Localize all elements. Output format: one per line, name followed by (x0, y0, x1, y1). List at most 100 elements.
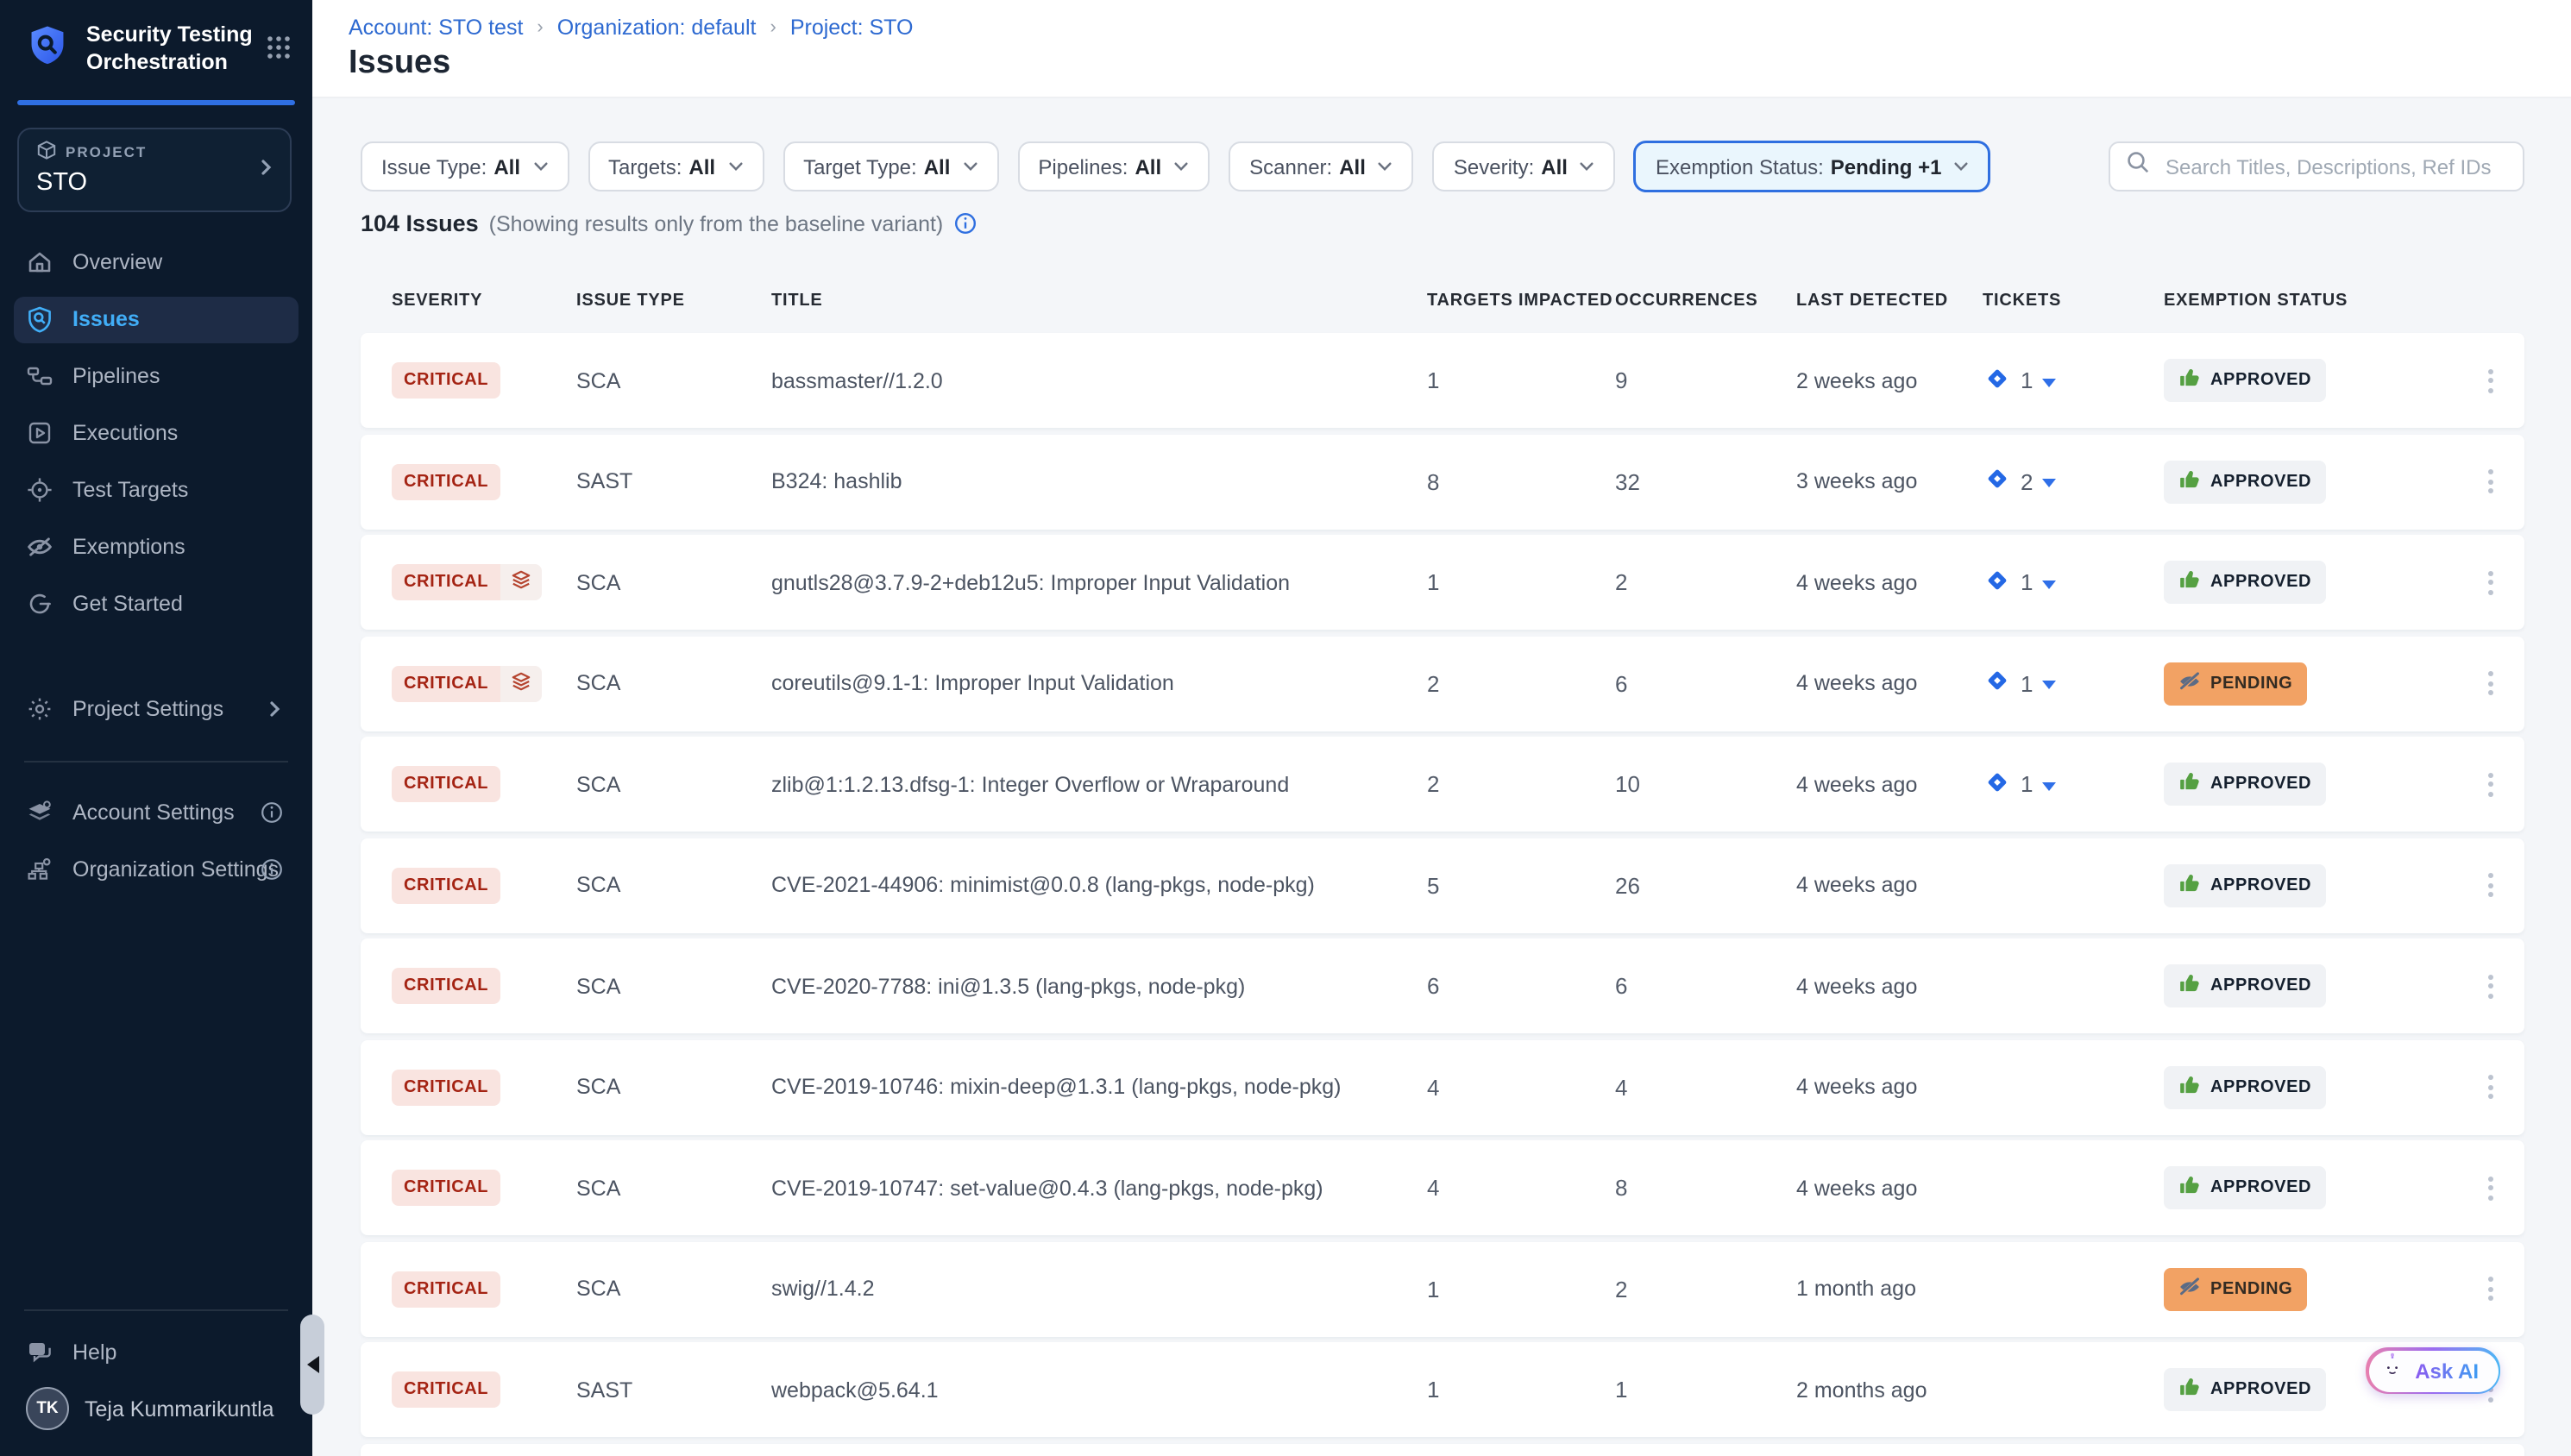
layers-gear-icon (26, 800, 53, 827)
sidebar-item-project-settings[interactable]: Project Settings (14, 687, 299, 733)
gear-icon (26, 696, 53, 724)
ticket-dropdown[interactable]: 1 (1983, 565, 2164, 599)
row-menu-button[interactable] (2474, 361, 2505, 399)
filter-chip-targets[interactable]: Targets: All (588, 141, 764, 191)
row-menu-button[interactable] (2474, 765, 2505, 803)
occurrences-cell: 6 (1615, 973, 1796, 999)
occurrences-cell: 26 (1615, 872, 1796, 898)
search-input[interactable] (2162, 153, 2523, 180)
filter-label: Pipelines: (1038, 154, 1128, 179)
project-label: PROJECT (66, 143, 147, 160)
column-header-severity: SEVERITY (392, 291, 576, 310)
issue-title[interactable]: coreutils@9.1-1: Improper Input Validati… (771, 671, 1427, 695)
info-icon (261, 859, 283, 882)
breadcrumb-link[interactable]: Organization: default (557, 16, 757, 40)
issue-title[interactable]: CVE-2021-44906: minimist@0.0.8 (lang-pkg… (771, 873, 1427, 897)
sidebar-item-overview[interactable]: Overview (14, 240, 299, 286)
sidebar-collapse-handle[interactable] (300, 1315, 324, 1415)
table-row[interactable]: CRITICAL SCA CVE-2019-10746: mixin-deep@… (361, 1039, 2524, 1134)
row-menu-button[interactable] (2474, 563, 2505, 601)
targets-impacted-cell: 8 (1427, 468, 1615, 494)
issue-title[interactable]: CVE-2019-10747: set-value@0.4.3 (lang-pk… (771, 1176, 1427, 1200)
table-row[interactable]: CRITICAL SAST B324: hashlib 8 32 3 weeks… (361, 434, 2524, 529)
ticket-dropdown[interactable]: 1 (1983, 767, 2164, 801)
sidebar-item-account-settings[interactable]: Account Settings (14, 790, 299, 837)
issue-title[interactable]: swig//1.4.2 (771, 1277, 1427, 1301)
row-menu-button[interactable] (2474, 664, 2505, 702)
sidebar-item-get-started[interactable]: Get Started (14, 581, 299, 628)
table-row[interactable]: CRITICAL SCA swig//1.4.2 1 2 1 month ago… (361, 1241, 2524, 1336)
targets-impacted-cell: 1 (1427, 1276, 1615, 1302)
sidebar-item-issues[interactable]: Issues (14, 297, 299, 343)
table-row[interactable]: CRITICAL SCA coreutils@9.1-1: Improper I… (361, 636, 2524, 731)
sidebar-item-pipelines[interactable]: Pipelines (14, 354, 299, 400)
issue-title[interactable]: B324: hashlib (771, 469, 1427, 493)
sidebar-divider (24, 1309, 288, 1311)
filter-chip-target-type[interactable]: Target Type: All (783, 141, 998, 191)
row-menu-button[interactable] (2474, 1068, 2505, 1106)
issues-table: CRITICAL SCA bassmaster//1.2.0 1 9 2 wee… (361, 333, 2524, 1456)
chevron-down-icon (532, 154, 548, 179)
last-detected-cell: 4 weeks ago (1796, 772, 1983, 796)
info-icon[interactable] (953, 212, 976, 235)
last-detected-cell: 4 weeks ago (1796, 1176, 1983, 1200)
filter-chip-exemption-status[interactable]: Exemption Status: Pending +1 (1635, 141, 1990, 191)
issue-title[interactable]: webpack@5.64.1 (771, 1378, 1427, 1402)
column-header-tickets: TICKETS (1983, 291, 2164, 310)
filter-chip-issue-type[interactable]: Issue Type: All (361, 141, 569, 191)
page-header: Account: STO test › Organization: defaul… (312, 0, 2571, 98)
filter-chip-scanner[interactable]: Scanner: All (1229, 141, 1414, 191)
exemption-status-badge: APPROVED (2164, 1065, 2325, 1108)
filter-value: All (924, 154, 951, 179)
sidebar-item-exemptions[interactable]: Exemptions (14, 524, 299, 571)
home-icon (26, 249, 53, 277)
project-selector[interactable]: PROJECT STO (17, 128, 292, 212)
page-title: Issues (349, 45, 450, 83)
table-row[interactable]: CRITICAL SAST webpack@5.64.1 1 1 2 month… (361, 1342, 2524, 1437)
sidebar-item-help[interactable]: ? Help (14, 1328, 299, 1375)
ticket-dropdown[interactable]: 1 (1983, 363, 2164, 398)
org-gear-icon (26, 857, 53, 884)
sidebar-item-label: Issues (72, 308, 140, 332)
occurrences-cell: 32 (1615, 468, 1796, 494)
row-menu-button[interactable] (2474, 1169, 2505, 1207)
exemption-status-badge: APPROVED (2164, 863, 2325, 907)
filter-chip-severity[interactable]: Severity: All (1433, 141, 1616, 191)
sidebar-item-test-targets[interactable]: Test Targets (14, 468, 299, 514)
issue-title[interactable]: CVE-2020-7788: ini@1.3.5 (lang-pkgs, nod… (771, 974, 1427, 998)
table-row[interactable]: CRITICAL SCA gnutls28@3.7.9-2+deb12u5: I… (361, 535, 2524, 630)
table-row[interactable]: CRITICAL SCA bassmaster//1.2.0 1 9 2 wee… (361, 333, 2524, 428)
shield-search-icon (26, 306, 53, 334)
user-menu[interactable]: TK Teja Kummarikuntla (14, 1385, 299, 1432)
breadcrumb-link[interactable]: Project: STO (790, 16, 914, 40)
table-row[interactable]: CRITICAL SCA zlib@1:1.2.13.dfsg-1: Integ… (361, 737, 2524, 832)
issue-title[interactable]: gnutls28@3.7.9-2+deb12u5: Improper Input… (771, 570, 1427, 594)
table-row[interactable]: CRITICAL SCA CVE-2021-44906: minimist@0.… (361, 838, 2524, 932)
breadcrumb-link[interactable]: Account: STO test (349, 16, 523, 40)
table-row[interactable]: CRITICAL SCA CVE-2019-10747: set-value@0… (361, 1140, 2524, 1235)
filter-chip-pipelines[interactable]: Pipelines: All (1017, 141, 1210, 191)
severity-badge: CRITICAL (392, 968, 500, 1004)
ticket-dropdown[interactable]: 1 (1983, 666, 2164, 700)
row-menu-button[interactable] (2474, 462, 2505, 500)
row-menu-button[interactable] (2474, 967, 2505, 1005)
chevron-right-icon (257, 154, 274, 185)
sidebar-divider (24, 761, 288, 763)
table-row[interactable]: CRITICAL SCA CVE-2020-7788: ini@1.3.5 (l… (361, 938, 2524, 1033)
issue-title[interactable]: bassmaster//1.2.0 (771, 368, 1427, 392)
severity-badge: CRITICAL (392, 1271, 500, 1307)
issue-title[interactable]: CVE-2019-10746: mixin-deep@1.3.1 (lang-p… (771, 1075, 1427, 1099)
sidebar-item-organization-settings[interactable]: Organization Settings (14, 847, 299, 894)
app-grid-icon[interactable] (266, 35, 292, 60)
sidebar-item-executions[interactable]: Executions (14, 411, 299, 457)
occurrences-cell: 10 (1615, 771, 1796, 797)
chevron-down-icon (727, 154, 743, 179)
row-menu-button[interactable] (2474, 866, 2505, 904)
last-detected-cell: 1 month ago (1796, 1277, 1983, 1301)
issue-title[interactable]: zlib@1:1.2.13.dfsg-1: Integer Overflow o… (771, 772, 1427, 796)
row-menu-button[interactable] (2474, 1270, 2505, 1308)
table-row[interactable]: CRITICAL SAST django@1.2 1 22 2 months a… (361, 1443, 2524, 1456)
ask-ai-button[interactable]: Ask AI (2366, 1347, 2500, 1394)
eye-slash-icon (26, 534, 53, 562)
ticket-dropdown[interactable]: 2 (1983, 464, 2164, 499)
